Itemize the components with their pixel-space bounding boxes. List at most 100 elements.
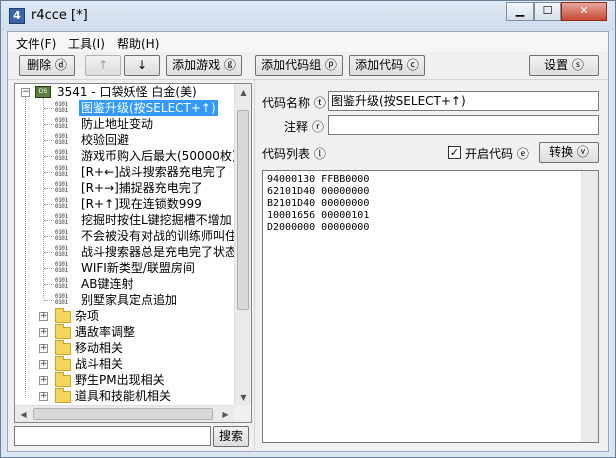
code-line: 10001656 00000101 [267,210,370,221]
convert-button[interactable]: 转换 ⓥ [539,142,599,163]
scroll-thumb[interactable] [33,408,213,420]
code-list-label: 代码列表 ⓛ [262,147,326,161]
folder-icon [55,356,71,371]
tree-guide [44,140,54,141]
scroll-thumb[interactable] [237,110,249,310]
code-binary-icon: 0101 0101 [55,229,68,242]
codebox-scrollbar[interactable] [581,171,598,442]
tree-folder-item[interactable]: 遇敌率调整 [75,324,135,340]
expand-icon[interactable]: + [39,328,48,337]
tree-code-item[interactable]: 防止地址变动 [81,116,153,132]
delete-button[interactable]: 删除 ⓓ [19,55,75,76]
tree-code-item[interactable]: 游戏币购入后最大(50000枚) [81,148,237,164]
tree-guide [44,156,54,157]
tree-guide [44,268,54,269]
maximize-button[interactable]: ☐ [534,2,561,21]
tree-code-item[interactable]: 别墅家具定点追加 [81,292,177,308]
app-icon: 4 [9,8,25,24]
tree-code-item[interactable]: [R+→]捕捉器充电完了 [81,180,203,196]
code-binary-icon: 0101 0101 [55,117,68,130]
tree-code-item[interactable]: WIFI新类型/联盟房间 [81,260,195,276]
scroll-right-icon[interactable]: ▶ [217,406,234,422]
code-name-field[interactable]: 图鉴升级(按SELECT+↑) [328,91,599,111]
code-line: B2101D40 00000000 [267,198,370,209]
tree-code-item[interactable]: 校验回避 [81,132,129,148]
tree-code-item[interactable]: 战斗搜索器总是充电完了状态 [81,244,237,260]
tree-folder-item[interactable]: 战斗相关 [75,356,123,372]
code-tree[interactable]: − DS 3541 - 口袋妖怪 白金(美) 0101 0101 图鉴升级(按SEL… [14,83,252,423]
main-window: 4 r4cce [*] ▁ ☐ ✕ 文件(F) 工具(I) 帮助(H) 删除 ⓓ… [0,0,616,458]
panel-splitter[interactable] [254,80,255,452]
code-binary-icon: 0101 0101 [55,277,68,290]
move-down-button[interactable]: ↓ [124,55,160,76]
code-binary-icon: 0101 0101 [55,181,68,194]
note-field[interactable] [328,115,599,135]
minimize-button[interactable]: ▁ [506,2,534,21]
search-button[interactable]: 搜索 [213,426,249,447]
tree-vertical-scrollbar[interactable]: ▲ ▼ [234,84,251,406]
note-label: 注释 ⓡ [284,120,324,134]
folder-icon [55,340,71,355]
tree-guide [44,252,54,253]
game-cartridge-icon: DS [35,86,51,98]
add-code-button[interactable]: 添加代码 ⓒ [349,55,425,76]
enable-code-checkbox[interactable]: ✓ [448,146,461,159]
menu-tools[interactable]: 工具(I) [68,35,105,52]
expand-icon[interactable]: + [39,344,48,353]
scroll-down-icon[interactable]: ▼ [235,389,251,406]
code-binary-icon: 0101 0101 [55,165,68,178]
code-line: D2000000 00000000 [267,222,370,233]
tree-code-item[interactable]: 不会被没有对战的训练师叫住 [81,228,237,244]
add-game-button[interactable]: 添加游戏 ⓖ [166,55,242,76]
tree-guide [44,188,54,189]
expand-icon[interactable]: + [39,376,48,385]
code-binary-icon: 0101 0101 [55,149,68,162]
tree-guide [44,204,54,205]
move-up-button[interactable]: ↑ [85,55,121,76]
title-bar[interactable]: 4 r4cce [*] ▁ ☐ ✕ [1,1,615,31]
settings-button[interactable]: 设置 ⓢ [529,55,599,76]
tree-folder-item[interactable]: 杂项 [75,308,99,324]
tree-code-item[interactable]: AB键连射 [81,276,133,292]
tree-game-root[interactable]: 3541 - 口袋妖怪 白金(美) [57,84,197,100]
enable-code-label: 开启代码 ⓔ [465,147,529,161]
code-name-label: 代码名称 ⓣ [262,96,326,110]
expand-icon[interactable]: + [39,360,48,369]
tree-code-item[interactable]: [R+↑]现在连锁数999 [81,196,202,212]
tree-folder-item[interactable]: 野生PM出现相关 [75,372,165,388]
menu-file[interactable]: 文件(F) [16,35,56,52]
client-area: 文件(F) 工具(I) 帮助(H) 删除 ⓓ ↑ ↓ 添加游戏 ⓖ 添加代码组 … [7,31,609,452]
code-binary-icon: 0101 0101 [55,213,68,226]
folder-icon [55,308,71,323]
close-button[interactable]: ✕ [561,2,607,21]
add-code-group-button[interactable]: 添加代码组 ⓟ [255,55,343,76]
folder-icon [55,372,71,387]
tree-folder-item[interactable]: 移动相关 [75,340,123,356]
scroll-up-icon[interactable]: ▲ [235,84,251,101]
expand-icon[interactable]: + [39,312,48,321]
tree-guide [44,284,54,285]
code-lines: 94000130 FFBB0000 62101D40 00000000 B2101D… [267,174,594,234]
expand-icon[interactable]: + [39,392,48,401]
collapse-icon[interactable]: − [21,88,30,97]
code-binary-icon: 0101 0101 [55,101,68,114]
menu-help[interactable]: 帮助(H) [117,35,159,52]
tree-code-item[interactable]: 挖掘时按住L键挖掘槽不增加 [81,212,232,228]
code-binary-icon: 0101 0101 [55,293,68,306]
tree-folder-item[interactable]: 道具和技能机相关 [75,388,171,404]
tree-guide [44,108,54,109]
scroll-left-icon[interactable]: ◀ [15,406,32,422]
code-line: 94000130 FFBB0000 [267,174,370,185]
tree-guide [44,124,54,125]
toolbar-divider [8,79,608,80]
tree-horizontal-scrollbar[interactable]: ◀ ▶ [15,405,234,422]
tree-guide [44,172,54,173]
code-binary-icon: 0101 0101 [55,197,68,210]
window-title: r4cce [*] [31,8,88,23]
code-list-textarea[interactable]: 94000130 FFBB0000 62101D40 00000000 B2101D… [262,170,599,443]
tree-guide [44,236,54,237]
scroll-corner [234,405,251,422]
tree-code-item[interactable]: 图鉴升级(按SELECT+↑) [79,100,218,116]
search-input[interactable] [14,426,211,446]
tree-code-item[interactable]: [R+←]战斗搜索器充电完了 [81,164,227,180]
